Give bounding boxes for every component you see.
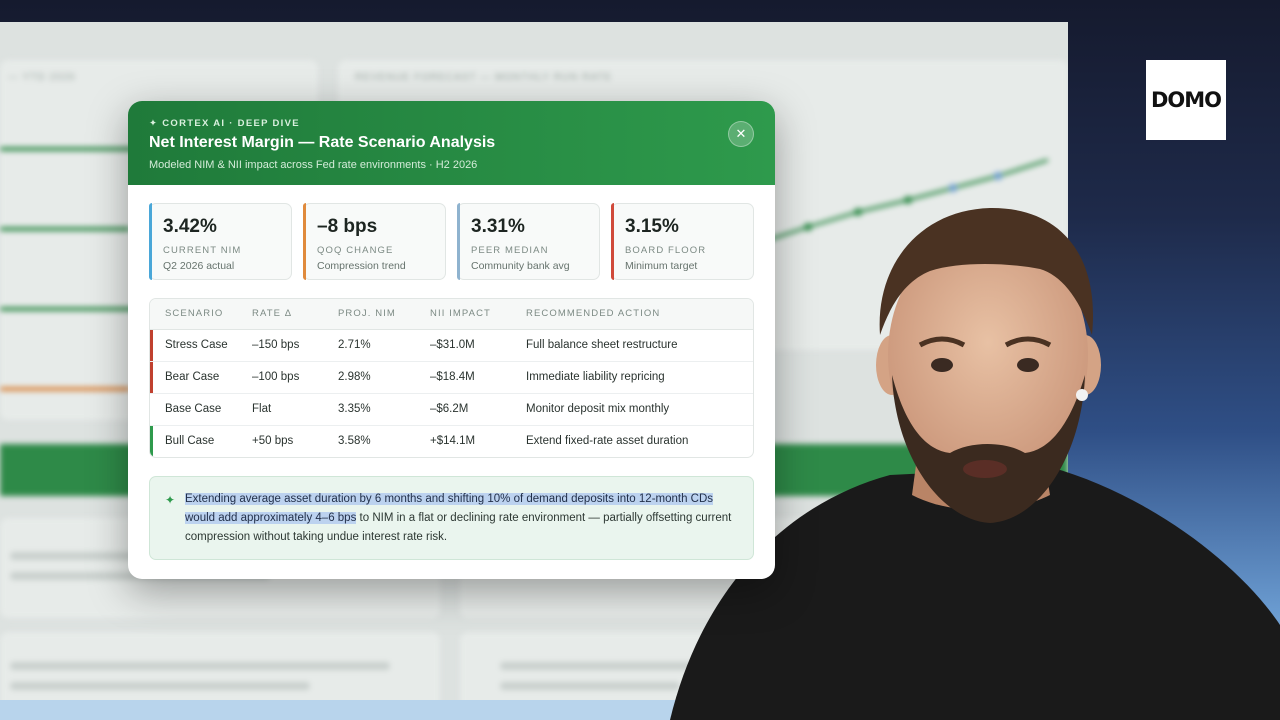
kpi-peer-median: 3.31% PEER MEDIAN Community bank avg — [457, 203, 600, 280]
kpi-label: BOARD FLOOR — [625, 245, 707, 256]
impact-cell: +$14.1M — [430, 435, 476, 448]
sparkle-icon: ✦ — [165, 493, 176, 507]
action-cell: Monitor deposit mix monthly — [526, 393, 753, 426]
table-row: Bear Case –100 bps 2.98% –$18.4M Immedia… — [150, 361, 753, 394]
deep-dive-modal: ✦ CORTEX AI · DEEP DIVE Net Interest Marg… — [128, 101, 775, 579]
kpi-current-nim: 3.42% CURRENT NIM Q2 2026 actual — [149, 203, 292, 280]
ai-insight-box: ✦ Extending average asset duration by 6 … — [149, 476, 754, 560]
modal-eyebrow: ✦ CORTEX AI · DEEP DIVE — [149, 118, 300, 129]
rate-cell: +50 bps — [252, 435, 294, 448]
impact-cell: –$18.4M — [430, 361, 526, 394]
impact-cell: –$6.2M — [430, 393, 526, 426]
kpi-value: 3.15% — [625, 216, 679, 237]
kpi-label: QOQ CHANGE — [317, 245, 394, 256]
modal-subtitle: Modeled NIM & NII impact across Fed rate… — [149, 159, 478, 171]
scenario-cell: Base Case — [150, 393, 252, 426]
kpi-sub: Minimum target — [625, 260, 698, 272]
kpi-label: PEER MEDIAN — [471, 245, 549, 256]
column-header: RATE Δ — [252, 299, 338, 330]
action-cell: Full balance sheet restructure — [526, 329, 753, 362]
column-header: SCENARIO — [150, 299, 252, 330]
kpi-board-floor: 3.15% BOARD FLOOR Minimum target — [611, 203, 754, 280]
action-cell: Immediate liability repricing — [526, 361, 753, 394]
modal-title: Net Interest Margin — Rate Scenario Anal… — [149, 134, 496, 151]
domo-logo: DOMO — [1146, 60, 1226, 140]
close-button[interactable]: ✕ — [728, 121, 754, 147]
scenario-cell: Bull Case — [150, 425, 252, 457]
column-header: PROJ. NIM — [338, 299, 430, 330]
rate-cell: –100 bps — [252, 361, 338, 394]
kpi-value: –8 bps — [317, 216, 378, 237]
table-row: Stress Case –150 bps 2.71% –$31.0M Full … — [150, 329, 753, 362]
modal-header: ✦ CORTEX AI · DEEP DIVE Net Interest Marg… — [128, 101, 775, 185]
column-header: RECOMMENDED ACTION — [526, 299, 753, 330]
nim-cell: 3.58% — [338, 435, 371, 448]
kpi-label: CURRENT NIM — [163, 245, 242, 256]
table-header-row: SCENARIO RATE Δ PROJ. NIM NII IMPACT REC… — [150, 299, 753, 330]
kpi-row: 3.42% CURRENT NIM Q2 2026 actual –8 bps … — [128, 185, 775, 280]
action-cell: Extend fixed-rate asset duration — [526, 435, 689, 448]
kpi-sub: Compression trend — [317, 260, 406, 272]
table-row: Bull Case +50 bps 3.58% +$14.1M Extend f… — [150, 425, 753, 457]
rate-cell: Flat — [252, 393, 338, 426]
column-header: NII IMPACT — [430, 299, 526, 330]
scenario-cell: Stress Case — [150, 329, 252, 362]
kpi-value: 3.42% — [163, 216, 217, 237]
sparkle-icon: ✦ — [149, 118, 159, 129]
kpi-sub: Community bank avg — [471, 260, 570, 272]
kpi-sub: Q2 2026 actual — [163, 260, 235, 272]
impact-cell: –$31.0M — [430, 329, 526, 362]
kpi-value: 3.31% — [471, 216, 525, 237]
nim-cell: 2.98% — [338, 361, 430, 394]
scenario-cell: Bear Case — [150, 361, 252, 394]
scenario-table: SCENARIO RATE Δ PROJ. NIM NII IMPACT REC… — [149, 298, 754, 458]
nim-cell: 2.71% — [338, 329, 430, 362]
kpi-qoq-change: –8 bps QOQ CHANGE Compression trend — [303, 203, 446, 280]
close-icon: ✕ — [735, 126, 747, 141]
rate-cell: –150 bps — [252, 329, 338, 362]
table-row: Base Case Flat 3.35% –$6.2M Monitor depo… — [150, 393, 753, 426]
nim-cell: 3.35% — [338, 393, 430, 426]
